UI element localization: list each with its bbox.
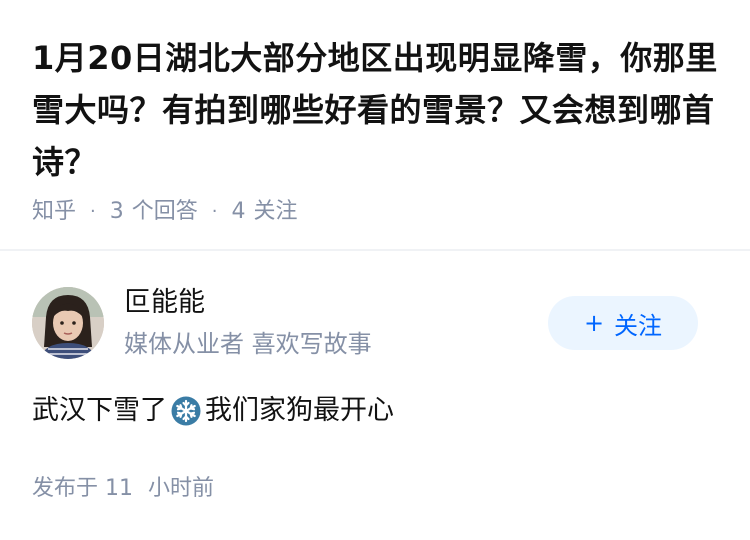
follow-count-label[interactable]: 关注 bbox=[254, 194, 298, 230]
author-bio: 媒体从业者 喜欢写故事 bbox=[124, 330, 372, 358]
answer-text-part: 我们家狗最开心 bbox=[205, 395, 394, 426]
plus-icon: + bbox=[583, 309, 605, 337]
answer-card: 叵能能 媒体从业者 喜欢写故事 + 关注 武汉下雪了 我们家狗最开心 发布于 1… bbox=[0, 251, 750, 540]
follow-button-label: 关注 bbox=[614, 311, 663, 340]
time-suffix: 小时前 bbox=[148, 476, 215, 501]
question-card: 1月20日湖北大部分地区出现明显降雪，你那里雪大吗？有拍到哪些好看的雪景？又会想… bbox=[0, 0, 750, 250]
question-title[interactable]: 1月20日湖北大部分地区出现明显降雪，你那里雪大吗？有拍到哪些好看的雪景？又会想… bbox=[32, 32, 722, 188]
follow-button[interactable]: + 关注 bbox=[548, 296, 698, 350]
snowflake-icon bbox=[171, 396, 201, 426]
author-name[interactable]: 叵能能 bbox=[124, 285, 205, 321]
avatar[interactable] bbox=[32, 287, 104, 359]
time-value: 11 bbox=[105, 476, 134, 501]
source-label[interactable]: 知乎 bbox=[32, 194, 76, 230]
meta-separator: · bbox=[211, 201, 218, 222]
answer-count[interactable]: 3 bbox=[110, 194, 124, 230]
meta-separator: · bbox=[90, 201, 96, 222]
follow-count[interactable]: 4 bbox=[232, 194, 246, 230]
user-photo-icon bbox=[32, 287, 104, 359]
time-prefix: 发布于 bbox=[32, 476, 99, 501]
question-meta: 知乎 · 3 个回答 · 4 关注 bbox=[32, 194, 298, 230]
answer-count-label[interactable]: 个回答 bbox=[132, 194, 198, 230]
answer-text-part: 武汉下雪了 bbox=[32, 395, 167, 426]
answer-content[interactable]: 武汉下雪了 我们家狗最开心 bbox=[32, 391, 394, 431]
answer-time: 发布于 11 小时前 bbox=[32, 472, 214, 506]
